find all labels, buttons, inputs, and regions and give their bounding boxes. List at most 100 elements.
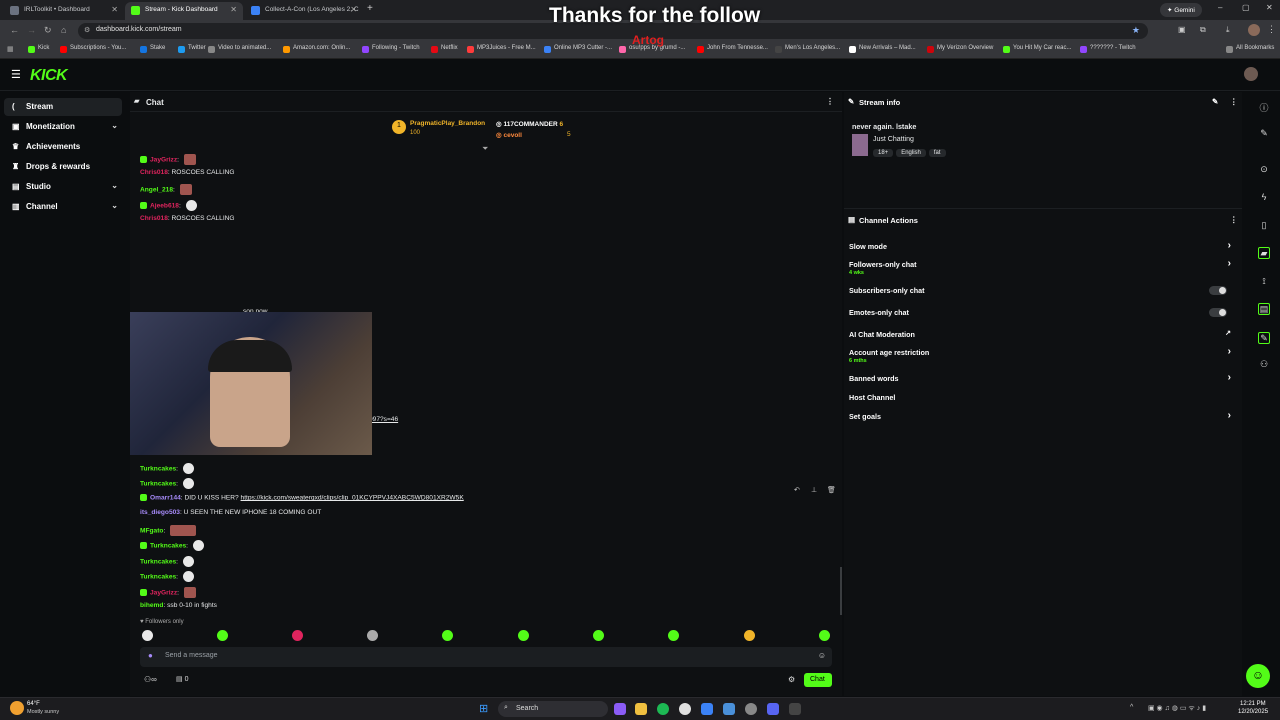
reply-icon[interactable]: ↶ xyxy=(794,486,800,494)
gifter-2-name[interactable]: 117COMMANDER xyxy=(503,121,557,128)
maximize-icon[interactable]: ▢ xyxy=(1242,3,1250,12)
pin-icon[interactable]: ⊥ xyxy=(811,486,817,494)
taskbar-search[interactable]: ⌕ Search xyxy=(498,701,608,717)
chat-username[interactable]: Turkncakes xyxy=(150,542,186,549)
sidebar-item-drops-rewards[interactable]: ♜ Drops & rewards xyxy=(4,158,122,176)
channel-action-host-channel[interactable]: Host Channel xyxy=(849,393,1237,402)
reload-icon[interactable]: ↻ xyxy=(44,25,52,36)
chat-message[interactable]: Chris018: ROSCOES CALLING xyxy=(140,215,235,222)
chevron-right-icon[interactable]: › xyxy=(1228,410,1231,421)
layout-rail-icon[interactable]: ▤ xyxy=(1258,303,1270,315)
stream-info-menu-icon[interactable]: ⋮ xyxy=(1230,97,1238,106)
tab-irltoolkit[interactable]: IRLToolkit • Dashboard ✕ xyxy=(4,2,124,20)
chat-message[interactable]: Turkncakes: xyxy=(140,571,194,582)
chat-message[interactable]: Omarr144: DID U KISS HER? https://kick.c… xyxy=(140,494,464,501)
chat-username[interactable]: Chris018 xyxy=(140,169,168,176)
bookmark-12[interactable]: Men's Los Angeles... xyxy=(775,45,840,53)
chat-username[interactable]: Angel_218 xyxy=(140,186,173,193)
kick-logo[interactable]: KICK xyxy=(30,67,68,85)
chat-username[interactable]: bihemd xyxy=(140,602,163,609)
pen-icon[interactable]: ✎ xyxy=(1258,128,1270,140)
bookmark-6[interactable]: Following - Twitch xyxy=(362,45,420,53)
chat-message[interactable]: MFgato: xyxy=(140,525,197,536)
emote-icon[interactable] xyxy=(367,630,378,641)
file-explorer-icon[interactable] xyxy=(635,703,647,715)
chat-username[interactable]: its_diego503 xyxy=(140,509,180,516)
broadcast-rail-icon[interactable]: ⟟ xyxy=(1258,276,1270,288)
new-tab-icon[interactable]: + xyxy=(367,3,373,14)
app-icon[interactable] xyxy=(723,703,735,715)
chat-message[interactable]: Turkncakes: xyxy=(140,556,194,567)
bookmark-0[interactable]: Kick xyxy=(28,45,49,53)
emote-icon[interactable] xyxy=(442,630,453,641)
external-link-icon[interactable]: ↗ xyxy=(1225,329,1231,337)
channel-action-set-goals[interactable]: Set goals › xyxy=(849,410,1237,421)
emote-icon[interactable] xyxy=(518,630,529,641)
chat-message[interactable]: Turkncakes: xyxy=(140,478,194,489)
sidebar-item-channel[interactable]: ▥ Channel ⌄ xyxy=(4,198,122,216)
chat-username[interactable]: Omarr144 xyxy=(150,494,181,501)
chat-message[interactable]: Turkncakes: xyxy=(140,540,204,551)
bookmark-13[interactable]: New Arrivals – Mad... xyxy=(849,45,916,53)
bookmark-11[interactable]: John From Tennesse... xyxy=(697,45,768,53)
close-icon[interactable]: ✕ xyxy=(350,5,357,14)
apps-icon[interactable]: ▦ xyxy=(7,45,14,53)
bookmark-star-icon[interactable]: ★ xyxy=(1132,25,1140,36)
emote-icon[interactable] xyxy=(142,630,153,641)
minimize-icon[interactable]: – xyxy=(1218,3,1222,12)
forward-icon[interactable]: → xyxy=(27,25,36,35)
channel-action-ai-chat-moderation[interactable]: AI Chat Moderation ↗ xyxy=(849,330,1237,339)
emote-icon[interactable] xyxy=(217,630,228,641)
chat-rail-icon[interactable]: ▰ xyxy=(1258,247,1270,259)
channel-action-slow-mode[interactable]: Slow mode › xyxy=(849,240,1237,251)
site-info-icon[interactable]: ⚙ xyxy=(84,26,90,34)
gemini-button[interactable]: ✦ Gemini xyxy=(1160,3,1202,17)
chat-username[interactable]: Turkncakes xyxy=(140,465,176,472)
chevron-right-icon[interactable]: › xyxy=(1228,346,1231,357)
chat-username[interactable]: Chris018 xyxy=(140,215,168,222)
emote-icon[interactable] xyxy=(593,630,604,641)
channel-action-account-age-restriction[interactable]: Account age restriction 6 mths › xyxy=(849,346,1237,364)
bookmark-8[interactable]: MP3Juices - Free M... xyxy=(467,45,536,53)
chat-message[interactable]: Turkncakes: xyxy=(140,463,194,474)
chat-message[interactable]: Ajeeb618: xyxy=(140,200,197,211)
tab-kick-dashboard[interactable]: Stream - Kick Dashboard ✕ xyxy=(125,2,243,20)
chat-users-icon[interactable]: ⚇∞ xyxy=(144,675,157,684)
channel-actions-menu-icon[interactable]: ⋮ xyxy=(1230,215,1238,224)
start-menu-icon[interactable]: ⊞ xyxy=(479,702,488,715)
sidebar-toggle-icon[interactable]: ⧉ xyxy=(1200,25,1206,35)
all-bookmarks[interactable]: All Bookmarks xyxy=(1226,45,1274,53)
chat-message[interactable]: Chris018: ROSCOES CALLING xyxy=(140,169,235,176)
collapse-pinned-icon[interactable]: ⏷ xyxy=(482,144,488,154)
chat-username[interactable]: MFgato xyxy=(140,527,163,534)
user-avatar[interactable] xyxy=(1244,67,1258,81)
bookmark-14[interactable]: My Verizon Overview xyxy=(927,45,993,53)
bookmark-15[interactable]: You Hit My Car reac... xyxy=(1003,45,1071,53)
bookmark-1[interactable]: Subscriptions - You... xyxy=(60,45,126,53)
toggle-switch[interactable] xyxy=(1209,308,1227,317)
edit-icon[interactable]: ✎ xyxy=(1212,97,1218,106)
chevron-down-icon[interactable]: ⌄ xyxy=(111,181,118,190)
emote-icon[interactable] xyxy=(744,630,755,641)
microphone-icon[interactable]: ● xyxy=(148,651,153,660)
menu-icon[interactable]: ⋮ xyxy=(1267,24,1276,35)
channel-action-emotes-only-chat[interactable]: Emotes-only chat xyxy=(849,308,1237,317)
close-icon[interactable]: ✕ xyxy=(111,5,118,14)
tray-chevron-icon[interactable]: ^ xyxy=(1130,704,1133,711)
chat-link[interactable]: https://kick.com/sweatergxd/clips/clip_0… xyxy=(241,494,464,501)
close-icon[interactable]: ✕ xyxy=(230,5,237,14)
target-icon[interactable]: ⊙ xyxy=(1258,164,1270,176)
chat-scrollbar[interactable] xyxy=(840,567,842,615)
chat-message[interactable]: JayGrizz: xyxy=(140,154,196,165)
chat-message[interactable]: bihemd: ssb 0-10 in fights xyxy=(140,602,217,609)
obs-icon[interactable] xyxy=(745,703,757,715)
chat-username[interactable]: JayGrizz xyxy=(150,156,177,163)
discord-icon[interactable] xyxy=(767,703,779,715)
chevron-right-icon[interactable]: › xyxy=(1228,240,1231,251)
sidebar-item-monetization[interactable]: ▣ Monetization ⌄ xyxy=(4,118,122,136)
hamburger-menu-icon[interactable]: ☰ xyxy=(11,68,21,81)
emote-icon[interactable] xyxy=(668,630,679,641)
sidebar-item-studio[interactable]: ▤ Studio ⌄ xyxy=(4,178,122,196)
app-icon[interactable] xyxy=(789,703,801,715)
bookmark-9[interactable]: Online MP3 Cutter -... xyxy=(544,45,612,53)
